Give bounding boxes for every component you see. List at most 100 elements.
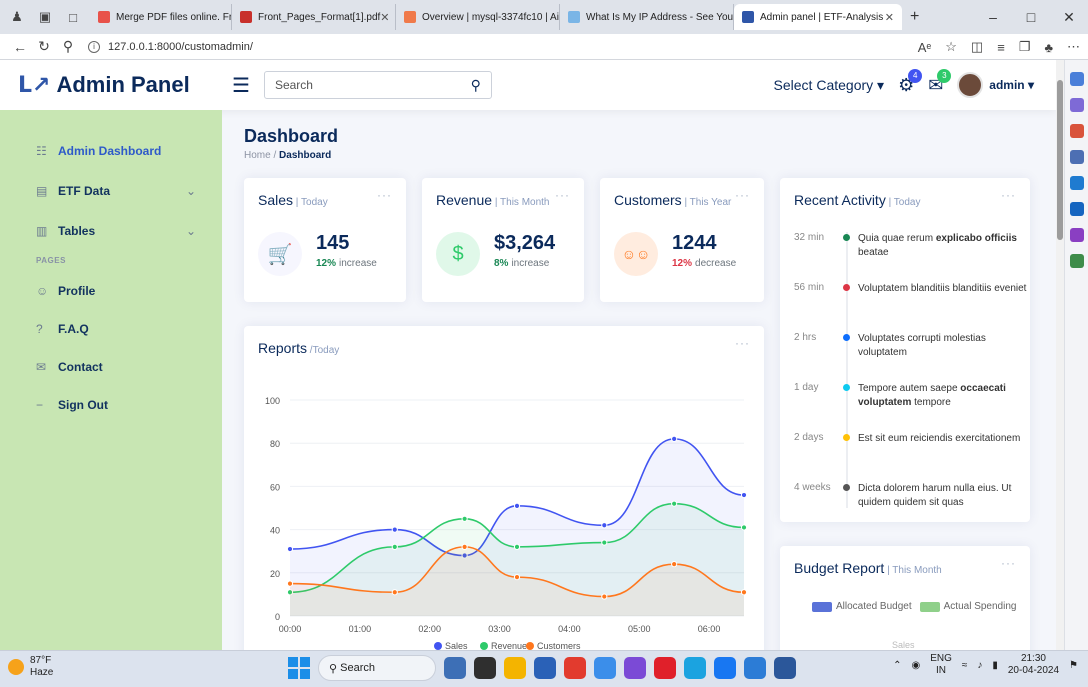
app-icon[interactable] <box>564 657 586 679</box>
games-icon[interactable] <box>1069 176 1084 190</box>
close-icon[interactable]: ✕ <box>380 11 389 24</box>
windows-taskbar: 87°F Haze ⚲ Search ⌃ ◉ ENG IN ≈ ♪ ▮ 21:30 2… <box>0 650 1088 687</box>
extension-icon[interactable]: ♣ <box>1044 40 1053 55</box>
shopping-icon[interactable] <box>1069 124 1084 138</box>
user-menu[interactable]: admin ▾ <box>989 78 1034 92</box>
legend-label-customers: Customers <box>537 641 581 650</box>
browser-tab-active[interactable]: Admin panel | ETF-Analysis ✕ <box>734 4 902 30</box>
wifi-icon[interactable]: ≈ <box>962 660 968 671</box>
recent-activity-card: Recent Activity | Today ··· 32 min Quia … <box>780 178 1030 522</box>
weather-widget[interactable]: 87°F Haze <box>8 655 53 679</box>
card-menu-icon[interactable]: ··· <box>555 188 570 202</box>
back-icon[interactable]: ← <box>8 39 32 55</box>
sidebar-item-tables[interactable]: ▥ Tables ⌄ <box>36 224 206 238</box>
app-icon[interactable] <box>624 657 646 679</box>
youtube-icon[interactable] <box>654 657 676 679</box>
card-menu-icon[interactable]: ··· <box>1001 556 1016 570</box>
weather-icon <box>8 659 24 675</box>
drop-icon[interactable] <box>1069 228 1084 242</box>
data-point-customers <box>601 593 608 600</box>
app-icon[interactable] <box>444 657 466 679</box>
avatar[interactable] <box>957 72 984 98</box>
data-point-sales <box>601 522 608 529</box>
more-menu-icon[interactable]: ⋯ <box>1067 39 1080 55</box>
customers-value: 1244 <box>672 232 717 254</box>
notification-bell-icon[interactable]: ⚙ 4 <box>898 68 923 96</box>
app-icon[interactable] <box>534 657 556 679</box>
language-indicator[interactable]: ENG IN <box>930 653 952 677</box>
extension-icon[interactable] <box>1069 254 1084 268</box>
search-input[interactable]: Search ⚲ <box>263 71 492 99</box>
tab-favicon <box>240 11 252 23</box>
app-icon[interactable] <box>594 657 616 679</box>
sidebar-item-sign-out[interactable]: − Sign Out <box>36 398 206 412</box>
word-icon[interactable] <box>774 657 796 679</box>
search-icon[interactable]: ⚲ <box>56 38 80 55</box>
x-tick-label: 04:00 <box>558 624 581 634</box>
volume-icon[interactable]: ♪ <box>977 660 982 671</box>
favorites-icon[interactable]: ≡ <box>997 40 1005 55</box>
legend-label-sales: Sales <box>445 641 468 650</box>
browser-profile-icon[interactable]: ♟ <box>6 6 28 28</box>
browser-tab[interactable]: What Is My IP Address - See You ✕ <box>560 4 734 30</box>
facebook-icon[interactable] <box>714 657 736 679</box>
file-explorer-icon[interactable] <box>504 657 526 679</box>
split-screen-icon[interactable]: ◫ <box>971 39 983 55</box>
clock[interactable]: 21:30 20-04-2024 <box>1008 653 1059 677</box>
copilot-icon[interactable] <box>1069 98 1084 112</box>
outlook-icon[interactable] <box>1069 202 1084 216</box>
logo[interactable]: L↗ Admin Panel <box>18 72 228 98</box>
collections-icon[interactable]: ❐ <box>1019 39 1031 55</box>
favorite-star-icon[interactable]: ☆ <box>945 39 957 55</box>
data-point-customers <box>391 589 398 596</box>
app-icon[interactable] <box>474 657 496 679</box>
battery-icon[interactable]: ▮ <box>992 660 998 671</box>
hamburger-menu-icon[interactable]: ☰ <box>232 73 250 98</box>
page-scrollbar[interactable] <box>1056 60 1064 650</box>
minimize-icon[interactable]: – <box>974 9 1012 25</box>
web-page: L↗ Admin Panel ☰ Search ⚲ Select Categor… <box>0 60 1064 650</box>
network-app-icon[interactable]: ◉ <box>911 660 920 671</box>
tab-actions-icon[interactable]: □ <box>62 6 84 28</box>
sidebar-item-etf-data[interactable]: ▤ ETF Data ⌄ <box>36 184 206 198</box>
card-menu-icon[interactable]: ··· <box>735 188 750 202</box>
close-window-icon[interactable]: ✕ <box>1050 9 1088 26</box>
start-icon[interactable] <box>288 657 310 679</box>
search-icon[interactable]: ⚲ <box>471 77 481 94</box>
breadcrumb-home[interactable]: Home <box>244 150 271 161</box>
browser-tab[interactable]: Merge PDF files online. Free serv ✕ <box>90 4 232 30</box>
card-menu-icon[interactable]: ··· <box>377 188 392 202</box>
url-field[interactable]: i 127.0.0.1:8000/customadmin/ <box>88 40 253 53</box>
sidebar-item-admin-dashboard[interactable]: ☷ Admin Dashboard <box>36 144 206 158</box>
customers-card: Customers | This Year ··· ☺☺ 1244 12% dec… <box>600 178 764 302</box>
envelope-icon: ✉ <box>36 360 47 374</box>
sidebar-item-faq[interactable]: ? F.A.Q <box>36 322 206 336</box>
x-tick-label: 01:00 <box>349 624 372 634</box>
edge-icon[interactable] <box>684 657 706 679</box>
data-point-customers <box>461 543 468 550</box>
logo-icon: L↗ <box>18 72 51 98</box>
tools-icon[interactable] <box>1069 150 1084 164</box>
vscode-icon[interactable] <box>744 657 766 679</box>
workspaces-icon[interactable]: ▣ <box>34 6 56 28</box>
scrollbar-thumb[interactable] <box>1057 80 1063 240</box>
maximize-icon[interactable]: □ <box>1012 9 1050 25</box>
card-menu-icon[interactable]: ··· <box>1001 188 1016 202</box>
search-sidebar-icon[interactable] <box>1069 72 1084 86</box>
read-aloud-icon[interactable]: Aᵉ <box>918 40 932 55</box>
chevron-up-icon[interactable]: ⌃ <box>893 660 901 671</box>
notification-icon[interactable]: ⚑ <box>1069 660 1078 671</box>
browser-tab[interactable]: Front_Pages_Format[1].pdf ✕ <box>232 4 396 30</box>
site-info-icon[interactable]: i <box>88 40 100 53</box>
taskbar-search[interactable]: ⚲ Search <box>318 655 436 681</box>
window-controls: – □ ✕ <box>974 0 1088 34</box>
new-tab-icon[interactable]: + <box>910 8 919 26</box>
browser-tab[interactable]: Overview | mysql-3374fc10 | Aiv ✕ <box>396 4 560 30</box>
refresh-icon[interactable]: ↻ <box>32 38 56 55</box>
sidebar-item-profile[interactable]: ☺ Profile <box>36 284 206 298</box>
close-icon[interactable]: ✕ <box>885 11 894 24</box>
messages-icon[interactable]: ✉ 3 <box>928 68 952 96</box>
table-icon: ▥ <box>36 224 48 238</box>
select-category-dropdown[interactable]: Select Category ▾ <box>774 77 885 94</box>
sidebar-item-contact[interactable]: ✉ Contact <box>36 360 206 374</box>
